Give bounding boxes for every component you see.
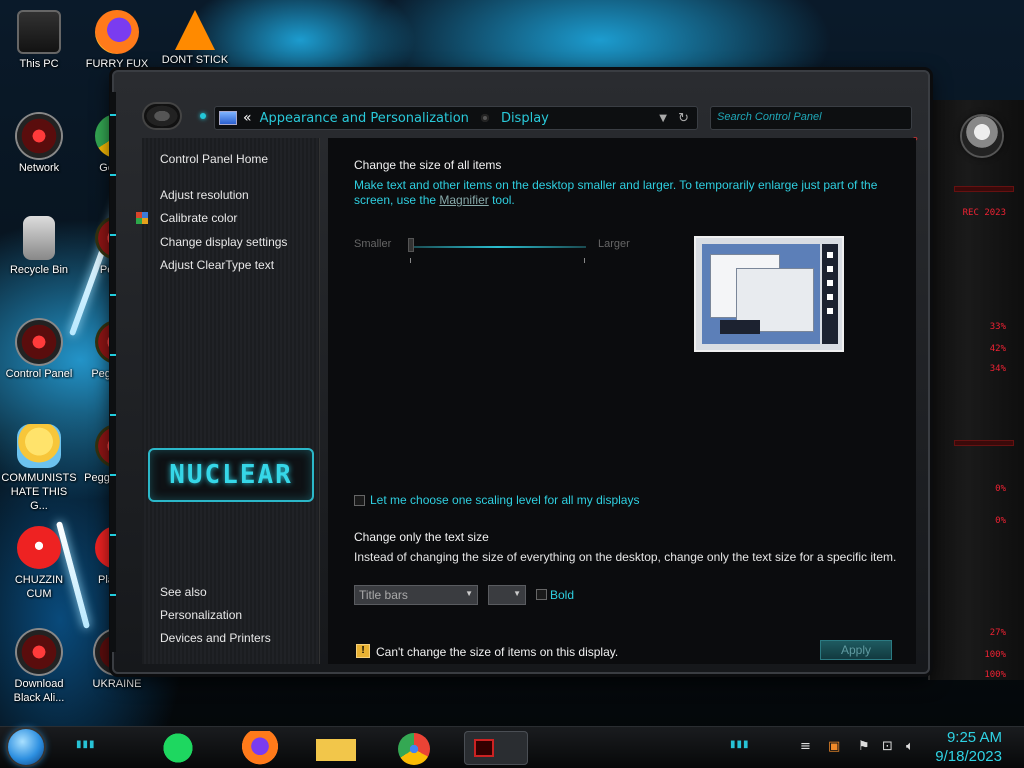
gadget-header: REC 2023 — [962, 208, 1006, 218]
show-hidden-icons[interactable]: ≡ — [800, 739, 811, 754]
gadget-readout: 100% — [984, 670, 1006, 680]
slider-tick — [410, 258, 411, 263]
desktop-icon-this-pc[interactable]: This PC — [1, 10, 77, 71]
window-titlebar[interactable]: « Appearance and Personalization Display… — [114, 72, 928, 134]
preview-taskbar — [720, 320, 760, 334]
slider-tick — [584, 258, 585, 263]
gadget-readout: 34% — [989, 364, 1006, 374]
vlc-icon — [175, 10, 215, 50]
clock-date: 9/18/2023 — [935, 748, 1002, 765]
gadget-bar — [954, 440, 1014, 446]
chuzzle-icon — [17, 526, 61, 570]
chevron-down-icon[interactable]: ▼ — [659, 113, 667, 124]
item-select[interactable]: Title bars ▼ — [354, 585, 478, 605]
volume-icon[interactable]: 🔈︎ — [906, 739, 914, 754]
desktop-icon-dont-stick[interactable]: DONT STICK — [157, 10, 233, 67]
left-nav-pane: Control Panel Home Adjust resolution Cal… — [136, 138, 320, 664]
chevron-down-icon: ▼ — [465, 589, 473, 598]
desktop-icon-network[interactable]: Network — [1, 114, 77, 175]
recent-pages-dot[interactable] — [200, 113, 206, 119]
gadget-readout: 0% — [995, 484, 1006, 494]
size-slider-thumb[interactable] — [408, 238, 414, 252]
devices-printers-link[interactable]: Devices and Printers — [160, 631, 271, 645]
control-panel-icon — [219, 111, 237, 125]
shield-icon — [136, 212, 148, 224]
address-bar[interactable]: « Appearance and Personalization Display… — [214, 106, 698, 130]
taskbar-accent: ▮▮▮ — [730, 739, 750, 750]
gadget-readout: 42% — [989, 344, 1006, 354]
start-button[interactable] — [8, 729, 44, 765]
gadget-readout: 100% — [984, 650, 1006, 660]
gadget-readout: 27% — [989, 628, 1006, 638]
gadget-readout: 0% — [995, 516, 1006, 526]
taskbar-accent: ▮▮▮ — [76, 739, 96, 750]
size-all-items-description: Make text and other items on the desktop… — [354, 178, 878, 207]
search-input[interactable]: Search Control Panel — [710, 106, 912, 130]
text-size-heading: Change only the text size — [354, 530, 489, 544]
apply-button[interactable]: Apply — [820, 640, 892, 660]
desktop-icon-chuzzin[interactable]: CHUZZIN CUM — [1, 526, 77, 601]
taskbar: ▮▮▮ ▮▮▮ ≡ ▣ ⚑ ⊡ 🔈︎ 9:25 AM 9/18/2023 — [0, 726, 1024, 768]
star-butterfly-icon — [17, 424, 61, 468]
control-panel-home-link[interactable]: Control Panel Home — [160, 152, 268, 166]
see-also-heading: See also — [160, 585, 207, 599]
spotify-icon[interactable] — [158, 731, 198, 765]
calibrate-color-link[interactable]: Calibrate color — [160, 211, 237, 225]
control-panel-taskbar-button[interactable] — [464, 731, 528, 765]
gadget-readout: 33% — [989, 322, 1006, 332]
warning-icon: ! — [356, 644, 370, 658]
warning-text: Can't change the size of items on this d… — [376, 645, 619, 659]
system-monitor-gadget: REC 2023 33% 42% 34% 0% 0% 27% 100% 100% — [928, 100, 1024, 680]
adjust-resolution-link[interactable]: Adjust resolution — [160, 188, 249, 202]
file-explorer-icon[interactable] — [316, 731, 356, 765]
system-clock[interactable]: 9:25 AM 9/18/2023 — [935, 728, 1002, 766]
personalization-link[interactable]: Personalization — [160, 608, 242, 622]
bold-checkbox[interactable] — [536, 589, 547, 600]
back-forward-button[interactable] — [144, 104, 180, 128]
chrome-icon[interactable] — [398, 733, 430, 765]
desktop-icon-control-panel[interactable]: Control Panel — [1, 320, 77, 381]
bold-label[interactable]: Bold — [550, 588, 574, 602]
flag-icon[interactable]: ⚑ — [858, 739, 870, 754]
display-settings-content: Change the size of all items Make text a… — [328, 138, 916, 664]
chevron-down-icon: ▼ — [513, 589, 521, 598]
control-panel-window: « Appearance and Personalization Display… — [110, 70, 930, 674]
size-all-items-heading: Change the size of all items — [354, 158, 502, 172]
slider-min-label: Smaller — [354, 238, 392, 250]
scaling-level-label[interactable]: Let me choose one scaling level for all … — [370, 493, 639, 507]
desktop-icon-download-black-ali[interactable]: Download Black Ali... — [1, 630, 77, 705]
alienware-icon — [17, 630, 61, 674]
slider-max-label: Larger — [598, 238, 630, 250]
firefox-icon — [95, 10, 139, 54]
network-icon[interactable]: ⊡ — [882, 739, 893, 754]
adjust-cleartype-link[interactable]: Adjust ClearType text — [160, 258, 274, 272]
text-size-description: Instead of changing the size of everythi… — [354, 550, 897, 564]
change-display-settings-link[interactable]: Change display settings — [160, 235, 287, 249]
breadcrumb-display[interactable]: Display — [501, 111, 549, 126]
refresh-icon[interactable]: ↻ — [678, 111, 689, 126]
font-size-select[interactable]: ▼ — [488, 585, 526, 605]
computer-icon — [17, 10, 61, 54]
breadcrumb-chevron[interactable]: « — [243, 110, 252, 126]
recycle-bin-icon — [23, 216, 55, 260]
network-icon — [17, 114, 61, 158]
breadcrumb-separator-icon[interactable] — [480, 114, 489, 122]
clock-time: 9:25 AM — [946, 729, 1002, 746]
desktop-icon-furry-fux[interactable]: FURRY FUX — [79, 10, 155, 71]
preview-desktop — [702, 244, 820, 344]
firefox-icon[interactable] — [238, 731, 278, 765]
alienware-logo-icon[interactable] — [962, 116, 1002, 156]
scaling-level-checkbox[interactable] — [354, 495, 365, 506]
display-preview-image — [694, 236, 844, 352]
gadget-bar — [954, 186, 1014, 192]
desktop-icon-recycle-bin[interactable]: Recycle Bin — [1, 216, 77, 277]
desktop-icon-communists[interactable]: COMMUNISTS HATE THIS G... — [1, 424, 77, 513]
breadcrumb-appearance[interactable]: Appearance and Personalization — [260, 111, 469, 126]
nuclear-logo: NUCLEAR — [148, 448, 314, 502]
magnifier-link[interactable]: Magnifier — [439, 193, 488, 207]
preview-sidebar — [822, 244, 838, 344]
size-slider-track[interactable] — [410, 246, 586, 248]
control-panel-icon — [17, 320, 61, 364]
notification-app-icon[interactable]: ▣ — [828, 739, 840, 754]
